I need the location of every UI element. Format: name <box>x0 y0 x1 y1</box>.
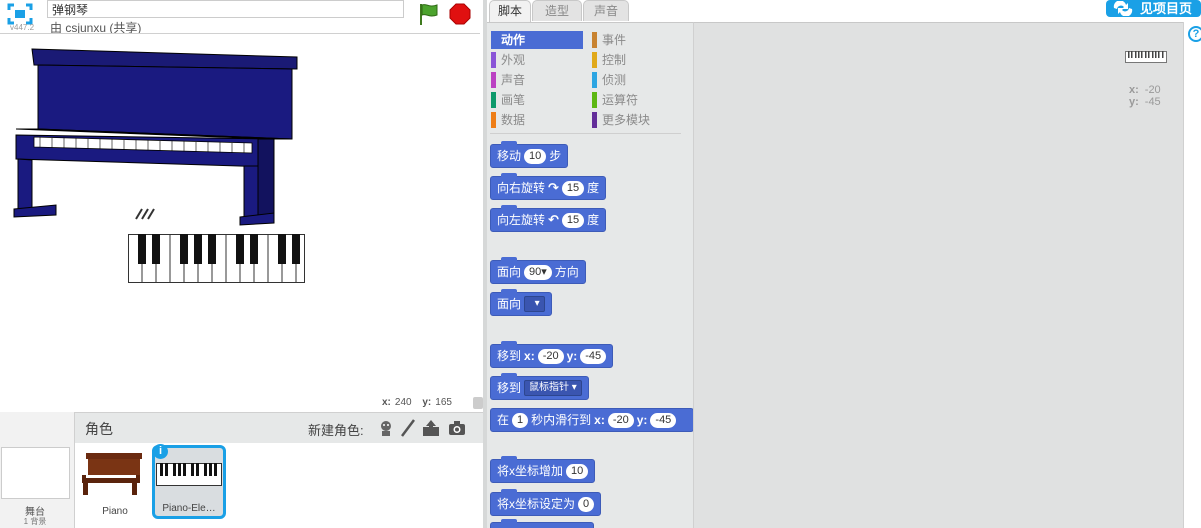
y-input[interactable]: -45 <box>580 348 607 364</box>
go-to-target-block[interactable]: 移到 鼠标指针 ▾ <box>490 373 589 400</box>
current-sprite-thumbnail <box>1125 51 1167 63</box>
keyboard-thumbnail <box>156 463 222 486</box>
stage-backdrop-count: 1 背景 <box>23 517 47 526</box>
next-block-partial[interactable] <box>490 519 594 528</box>
mouse-x-value: 240 <box>394 397 412 408</box>
help-icon[interactable]: ? <box>1188 26 1201 42</box>
glide-x-input[interactable]: -20 <box>607 412 634 428</box>
glide-seconds-input[interactable]: 1 <box>512 412 529 428</box>
stage[interactable] <box>0 33 480 393</box>
paint-brush-icon[interactable] <box>398 418 418 438</box>
go-to-xy-block[interactable]: 移到 x: -20 y: -45 <box>490 341 614 368</box>
piano-keyboard-sprite[interactable] <box>128 234 306 284</box>
glide-y-input[interactable]: -45 <box>650 412 677 428</box>
see-project-arrows-icon <box>1113 1 1133 16</box>
mouse-y-value: 165 <box>435 397 452 408</box>
category-motion[interactable]: 动作 <box>491 31 583 49</box>
change-x-input[interactable]: 10 <box>566 463 589 479</box>
rotate-clockwise-icon: ↷ <box>548 180 559 195</box>
glide-block[interactable]: 在 1 秒内滑行到 x: -20 y: -45 <box>490 408 694 432</box>
sprite-library-icon[interactable] <box>376 418 396 438</box>
tab-sounds[interactable]: 声音 <box>583 0 629 21</box>
category-control[interactable]: 控制 <box>592 51 684 69</box>
sprite-name: Piano <box>102 506 128 517</box>
rotate-counterclockwise-icon: ↶ <box>548 212 559 227</box>
degrees-input[interactable]: 15 <box>561 212 585 228</box>
category-events[interactable]: 事件 <box>592 31 684 49</box>
new-sprite-label: 新建角色: <box>308 423 364 438</box>
sprite-x-value: -20 <box>1144 84 1161 96</box>
move-steps-block[interactable]: 移动 10 步 <box>490 141 569 168</box>
sprite-name: Piano-Ele… <box>162 503 216 514</box>
version-label: v447.2 <box>10 23 35 32</box>
point-in-direction-block[interactable]: 面向 90▾ 方向 <box>490 257 586 284</box>
sprite-tile-piano[interactable]: Piano <box>78 445 152 519</box>
project-title-input[interactable] <box>47 0 404 18</box>
stage-thumbnail[interactable] <box>1 447 70 499</box>
tab-costumes[interactable]: 造型 <box>532 0 582 21</box>
towards-dropdown[interactable]: ▾ <box>524 296 545 312</box>
mouse-coordinates: x: 240 y: 165 <box>382 397 452 408</box>
turn-left-block[interactable]: 向左旋转 ↶ 15 度 <box>490 205 607 232</box>
change-x-block[interactable]: 将x坐标增加 10 <box>490 456 596 483</box>
stage-collapse-arrow-icon[interactable] <box>473 397 483 409</box>
category-data[interactable]: 数据 <box>491 111 583 129</box>
green-flag-icon[interactable] <box>416 2 440 26</box>
x-input[interactable]: -20 <box>537 348 564 364</box>
tab-scripts[interactable]: 脚本 <box>489 0 531 22</box>
direction-dropdown[interactable]: 90▾ <box>524 264 552 280</box>
upload-sprite-icon[interactable] <box>421 418 441 438</box>
sprite-y-value: -45 <box>1144 96 1161 108</box>
go-to-target-dropdown[interactable]: 鼠标指针 ▾ <box>524 380 582 396</box>
stop-icon[interactable] <box>449 3 471 25</box>
category-looks[interactable]: 外观 <box>491 51 583 69</box>
category-more-blocks[interactable]: 更多模块 <box>592 111 684 129</box>
category-sensing[interactable]: 侦测 <box>592 71 684 89</box>
camera-icon[interactable] <box>447 418 467 438</box>
sprite-info-icon[interactable]: i <box>153 444 168 459</box>
category-separator <box>490 133 681 134</box>
turn-right-block[interactable]: 向右旋转 ↷ 15 度 <box>490 173 607 200</box>
piano-thumbnail <box>82 453 142 495</box>
category-sound[interactable]: 声音 <box>491 71 583 89</box>
degrees-input[interactable]: 15 <box>561 180 585 196</box>
help-panel-strip <box>1183 22 1201 528</box>
sprite-position-readout: x: -20 y: -45 <box>1129 84 1161 108</box>
category-operators[interactable]: 运算符 <box>592 91 684 109</box>
point-towards-block[interactable]: 面向 ▾ <box>490 289 552 316</box>
category-pen[interactable]: 画笔 <box>491 91 583 109</box>
sprites-title: 角色 <box>85 421 113 437</box>
upright-piano-sprite[interactable] <box>12 47 312 247</box>
scripts-area[interactable] <box>693 22 1183 528</box>
set-x-block[interactable]: 将x坐标设定为 0 <box>490 489 602 516</box>
set-x-input[interactable]: 0 <box>578 496 595 512</box>
steps-input[interactable]: 10 <box>524 148 547 164</box>
